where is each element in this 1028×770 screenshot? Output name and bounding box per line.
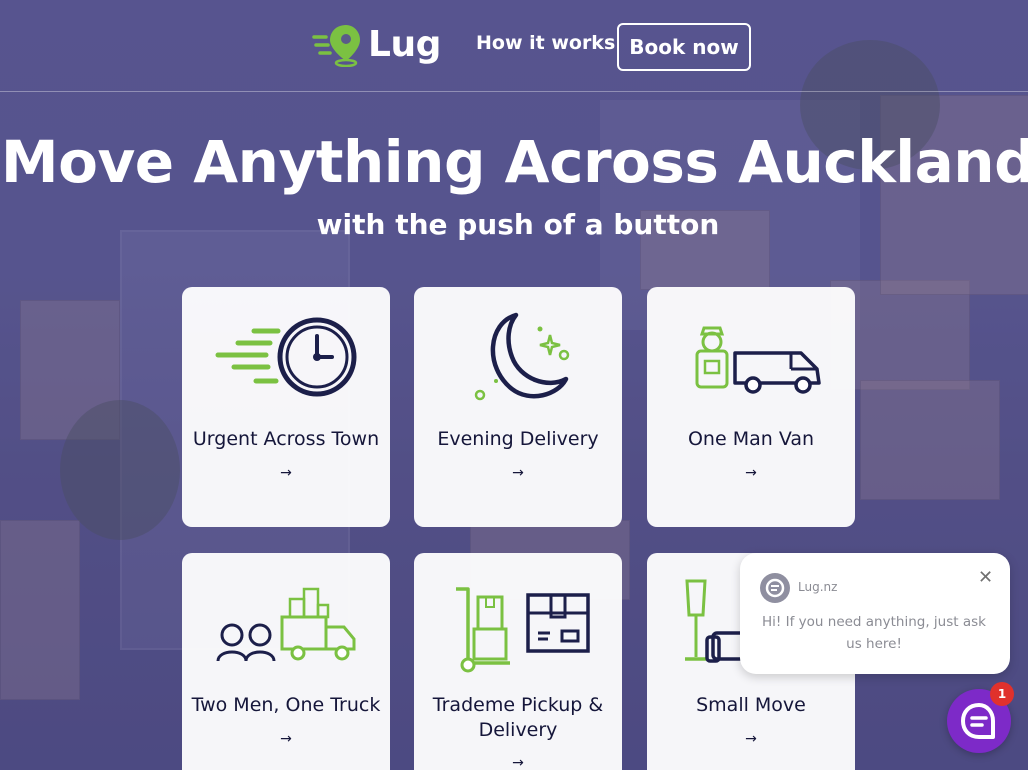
chat-logo-icon xyxy=(765,578,785,598)
location-pin-speed-icon xyxy=(312,25,360,67)
chat-agent-name: Lug.nz xyxy=(798,580,838,594)
service-card-trademe[interactable]: Trademe Pickup & Delivery → xyxy=(414,553,622,770)
hero-subtitle: with the push of a button xyxy=(316,208,720,241)
hand-truck-box-icon xyxy=(456,587,590,673)
service-label: Trademe Pickup & Delivery xyxy=(432,694,604,741)
service-card-two-men[interactable]: Two Men, One Truck → xyxy=(182,553,390,770)
mover-van-icon xyxy=(695,326,821,394)
chat-message: Hi! If you need anything, just ask us he… xyxy=(762,614,986,652)
arrow-right-icon[interactable]: → xyxy=(647,731,855,747)
arrow-right-icon[interactable]: → xyxy=(647,465,855,481)
arrow-right-icon[interactable]: → xyxy=(182,465,390,481)
service-label: Two Men, One Truck xyxy=(191,694,381,716)
arrow-right-icon[interactable]: → xyxy=(182,731,390,747)
service-card-evening[interactable]: Evening Delivery → xyxy=(414,287,622,527)
chat-popup[interactable]: Lug.nz ✕ Hi! If you need anything, just … xyxy=(740,553,1010,674)
site-header: Lug How it works Book now xyxy=(0,0,1028,92)
book-now-button[interactable]: Book now xyxy=(617,23,751,71)
arrow-right-icon[interactable]: → xyxy=(414,465,622,481)
unread-badge: 1 xyxy=(990,682,1014,706)
brand-name: Lug xyxy=(368,23,441,65)
speeding-clock-icon xyxy=(215,317,357,397)
close-icon[interactable]: ✕ xyxy=(978,569,993,587)
service-card-urgent[interactable]: Urgent Across Town → xyxy=(182,287,390,527)
moon-stars-icon xyxy=(474,312,570,401)
hero-title: Move Anything Across Auckland xyxy=(0,128,1028,196)
two-men-truck-icon xyxy=(216,587,356,662)
service-label: Small Move xyxy=(696,694,806,716)
chat-avatar xyxy=(760,573,790,603)
lug-logo[interactable]: Lug xyxy=(312,20,441,68)
service-label: One Man Van xyxy=(687,428,815,450)
how-it-works-link[interactable]: How it works xyxy=(476,32,615,54)
arrow-right-icon[interactable]: → xyxy=(414,755,622,770)
service-label: Urgent Across Town xyxy=(192,428,380,450)
service-label: Evening Delivery xyxy=(437,428,599,450)
service-card-one-man-van[interactable]: One Man Van → xyxy=(647,287,855,527)
